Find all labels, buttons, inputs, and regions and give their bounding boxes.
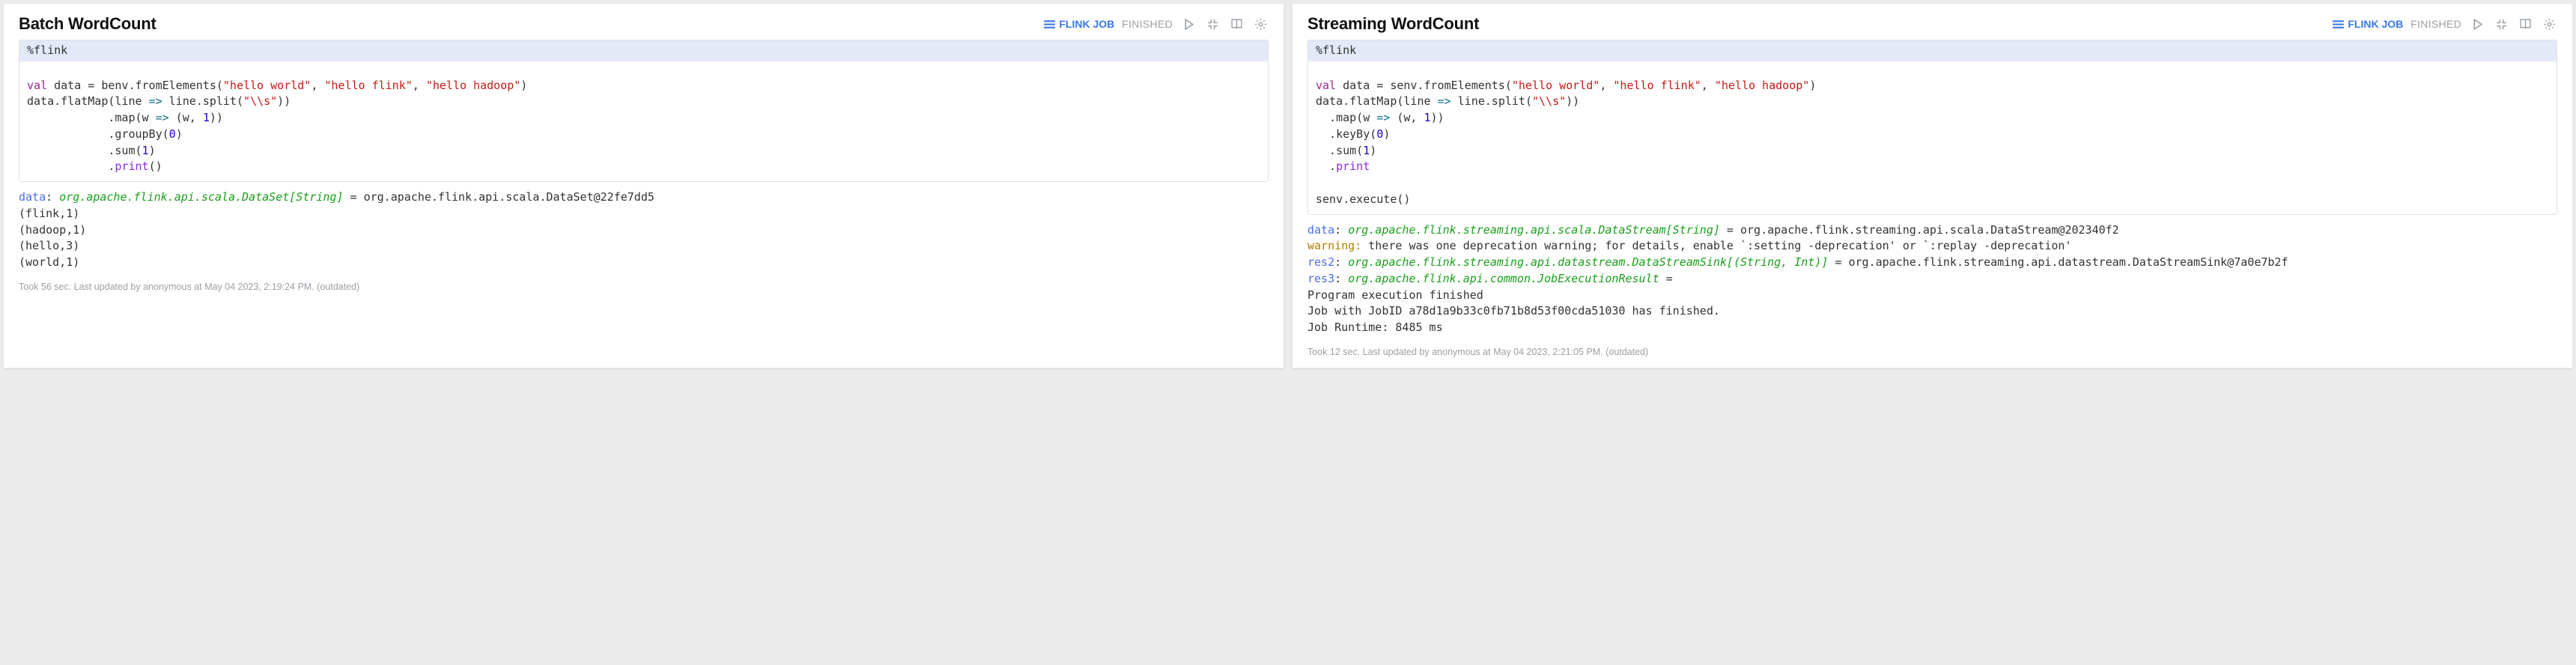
notebook-cell-streaming: Streaming WordCount FLINK JOB FINISHED %fli… — [1292, 3, 2573, 368]
play-button[interactable] — [1180, 16, 1197, 32]
cell-title: Streaming WordCount — [1307, 14, 1479, 34]
bars-icon — [1043, 18, 1056, 31]
code-editor[interactable]: %flink val data = senv.fromElements("hel… — [1307, 40, 2557, 215]
flink-job-label: FLINK JOB — [2348, 18, 2403, 30]
flink-job-link[interactable]: FLINK JOB — [1043, 18, 1114, 31]
book-icon — [2519, 18, 2532, 31]
collapse-icon — [1206, 18, 1219, 31]
status-badge: FINISHED — [1122, 18, 1173, 30]
cell-header: Batch WordCount FLINK JOB FINISHED — [19, 14, 1269, 34]
cell-toolbar: FLINK JOB FINISHED — [2332, 16, 2557, 32]
cell-footer: Took 56 sec. Last updated by anonymous a… — [19, 282, 1269, 292]
flink-job-link[interactable]: FLINK JOB — [2332, 18, 2403, 31]
gear-icon — [1254, 18, 1267, 31]
flink-job-label: FLINK JOB — [1059, 18, 1114, 30]
code-active-line: %flink — [1308, 40, 2557, 61]
code-active-line: %flink — [19, 40, 1268, 61]
gear-button[interactable] — [1252, 16, 1269, 32]
bars-icon — [2332, 18, 2345, 31]
collapse-button[interactable] — [2493, 16, 2509, 32]
cell-output: data: org.apache.flink.streaming.api.sca… — [1307, 222, 2557, 336]
collapse-button[interactable] — [1204, 16, 1221, 32]
book-button[interactable] — [2517, 16, 2533, 32]
notebook-page: Batch WordCount FLINK JOB FINISHED %flink v… — [0, 0, 2576, 398]
collapse-icon — [2495, 18, 2508, 31]
cell-header: Streaming WordCount FLINK JOB FINISHED — [1307, 14, 2557, 34]
gear-button[interactable] — [2541, 16, 2557, 32]
gear-icon — [2543, 18, 2556, 31]
book-button[interactable] — [1228, 16, 1245, 32]
play-icon — [2471, 18, 2484, 31]
status-badge: FINISHED — [2411, 18, 2461, 30]
notebook-cell-batch: Batch WordCount FLINK JOB FINISHED %flink v… — [3, 3, 1284, 368]
play-button[interactable] — [2469, 16, 2485, 32]
cell-toolbar: FLINK JOB FINISHED — [1043, 16, 1269, 32]
code-editor[interactable]: %flink val data = benv.fromElements("hel… — [19, 40, 1269, 182]
cell-output: data: org.apache.flink.api.scala.DataSet… — [19, 189, 1269, 271]
play-icon — [1182, 18, 1195, 31]
cell-title: Batch WordCount — [19, 14, 157, 34]
book-icon — [1230, 18, 1243, 31]
cell-footer: Took 12 sec. Last updated by anonymous a… — [1307, 347, 2557, 357]
